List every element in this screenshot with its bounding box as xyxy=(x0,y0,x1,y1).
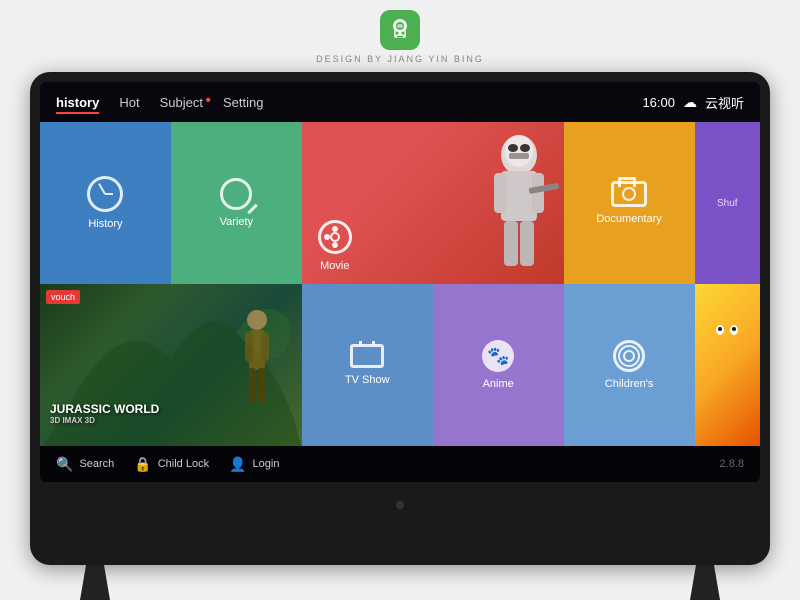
film-dot-1 xyxy=(332,226,338,232)
sponge-figure xyxy=(695,284,760,446)
grid-cell-childrens[interactable]: Children's xyxy=(564,284,695,446)
childrens-label: Children's xyxy=(605,378,654,390)
screen-content: History Variety xyxy=(40,122,760,446)
header-right: 16:00 ☁ 云视听 xyxy=(642,93,744,112)
tv-stands xyxy=(0,565,800,600)
tv-center-dot xyxy=(396,501,404,509)
search-label: Search xyxy=(79,458,114,470)
tv-stand-right xyxy=(690,565,720,600)
tv-show-icon xyxy=(350,344,384,368)
app-logo-icon xyxy=(380,10,420,50)
grid-cell-spongebob[interactable] xyxy=(695,284,760,446)
grid-cell-history[interactable]: History xyxy=(40,122,171,284)
footer-child-lock[interactable]: 🔒 Child Lock xyxy=(134,456,209,473)
nav-items: history Hot Subject Setting xyxy=(56,95,642,110)
film-dot-3 xyxy=(324,234,330,240)
tv-stand-left xyxy=(80,565,110,600)
header-time: 16:00 xyxy=(642,95,675,110)
sponge-eye-right xyxy=(730,325,738,335)
nav-item-setting[interactable]: Setting xyxy=(223,95,263,110)
screen-footer: 🔍 Search 🔒 Child Lock 👤 Login 2.8.8 xyxy=(40,446,760,482)
variety-label: Variety xyxy=(220,216,253,228)
lock-icon: 🔒 xyxy=(134,456,151,473)
grid-cell-anime[interactable]: Anime xyxy=(433,284,564,446)
grid-row-1: History Variety xyxy=(40,122,760,284)
person-icon: 👤 xyxy=(229,456,246,473)
grid-cell-movie[interactable]: Movie xyxy=(302,122,564,284)
nav-item-hot[interactable]: Hot xyxy=(119,95,139,110)
grid-cell-variety[interactable]: Variety xyxy=(171,122,302,284)
logo-text: DESIGN BY JIANG YIN BING xyxy=(316,54,484,64)
tvshow-label: TV Show xyxy=(345,374,390,386)
jurassic-main-title: JURASSIC WORLD xyxy=(50,402,159,416)
search-icon: 🔍 xyxy=(56,456,73,473)
spiral-icon xyxy=(613,340,645,372)
voucher-badge: vouch xyxy=(46,290,80,304)
grid-cell-voucher[interactable]: vouch JURASSIC WORLD 3D IMAX 3D xyxy=(40,284,302,446)
grid-cell-shuffle[interactable]: Shuf xyxy=(695,122,760,284)
anime-label: Anime xyxy=(483,378,514,390)
jurassic-title: JURASSIC WORLD 3D IMAX 3D xyxy=(50,402,159,426)
grid-row-2: vouch JURASSIC WORLD 3D IMAX 3D xyxy=(40,284,760,446)
grid-cell-tvshow[interactable]: TV Show xyxy=(302,284,433,446)
movie-label: Movie xyxy=(320,260,349,272)
film-reel-icon xyxy=(318,220,352,254)
child-lock-label: Child Lock xyxy=(158,458,209,470)
version-text: 2.8.8 xyxy=(720,458,744,470)
jurassic-sub-title: 3D IMAX 3D xyxy=(50,416,159,426)
shuffle-label: Shuf xyxy=(717,198,738,209)
screen-header: history Hot Subject Setting 16:00 ☁ 云视听 xyxy=(40,82,760,122)
nav-item-home[interactable]: history xyxy=(56,95,99,110)
grid-cell-documentary[interactable]: Documentary xyxy=(564,122,695,284)
clock-icon xyxy=(87,176,123,212)
tv-frame: history Hot Subject Setting 16:00 ☁ 云视听 xyxy=(30,72,770,565)
sponge-eyes xyxy=(695,325,760,335)
login-label: Login xyxy=(253,458,280,470)
footer-login[interactable]: 👤 Login xyxy=(229,456,279,473)
documentary-label: Documentary xyxy=(596,213,661,225)
film-reel-center xyxy=(330,232,340,242)
page-wrapper: DESIGN BY JIANG YIN BING history Hot Sub… xyxy=(0,0,800,600)
header-service: 云视听 xyxy=(705,93,744,112)
anime-icon xyxy=(482,340,514,372)
tv-bezel-bottom xyxy=(40,482,760,527)
history-label: History xyxy=(88,218,122,230)
cloud-service-icon: ☁ xyxy=(683,94,697,111)
camera-icon xyxy=(611,181,647,207)
movie-content: Movie xyxy=(302,122,564,284)
nav-item-subject[interactable]: Subject xyxy=(160,95,203,110)
film-dot-2 xyxy=(332,242,338,248)
logo-area: DESIGN BY JIANG YIN BING xyxy=(0,0,800,64)
magnify-icon xyxy=(220,178,252,210)
footer-search[interactable]: 🔍 Search xyxy=(56,456,114,473)
sponge-eye-left xyxy=(716,325,724,335)
tv-screen: history Hot Subject Setting 16:00 ☁ 云视听 xyxy=(40,82,760,482)
